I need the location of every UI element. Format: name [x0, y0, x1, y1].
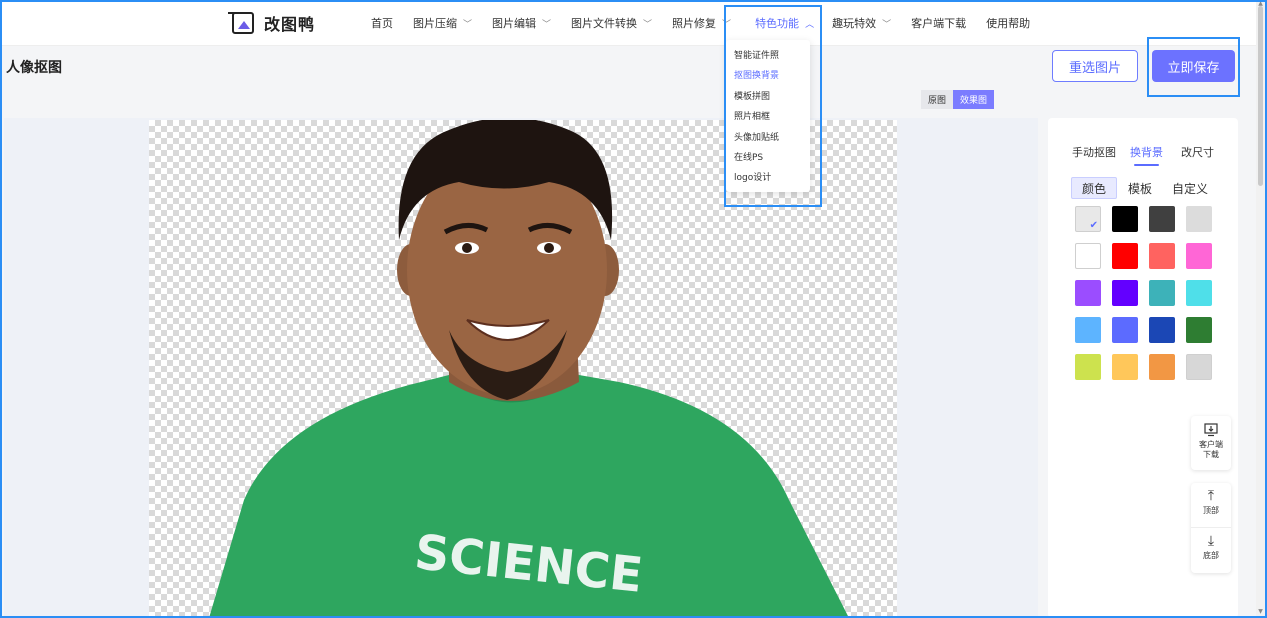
background-subtabs: 颜色 模板 自定义 [1071, 177, 1209, 199]
nav-label: 图片文件转换 [571, 17, 638, 30]
app-name: 改图鸭 [264, 15, 316, 34]
nav-label: 照片修复 [672, 17, 717, 30]
subtab-template[interactable]: 模板 [1117, 177, 1163, 199]
color-swatches: ✔ [1075, 206, 1212, 380]
arrow-up-icon: ⤒ [1207, 488, 1215, 504]
nav-item-home[interactable]: 首页 [371, 15, 393, 31]
color-swatch[interactable] [1149, 206, 1175, 232]
color-swatch[interactable] [1112, 317, 1138, 343]
scroll-top-label: 顶部 [1203, 506, 1219, 515]
nav-item-client-download[interactable]: 客户端下载 [911, 15, 966, 31]
right-pupil [544, 243, 554, 253]
color-swatch[interactable] [1149, 243, 1175, 269]
nav-item-convert[interactable]: 图片文件转换 ﹀ [571, 15, 652, 31]
scroll-bottom-button[interactable]: ⤓ 底部 [1191, 528, 1231, 573]
tab-change-background[interactable]: 换背景 [1130, 144, 1163, 166]
nav-label: 图片编辑 [492, 17, 537, 30]
main-nav: 首页 图片压缩 ﹀ 图片编辑 ﹀ 图片文件转换 ﹀ 照片修复 ﹀ 特色功能 ︿ 趣玩特效 ﹀… [371, 0, 1050, 46]
chevron-down-icon: ﹀ [643, 19, 653, 30]
toggle-original[interactable]: 原图 [921, 90, 954, 109]
color-swatch[interactable] [1149, 280, 1175, 306]
color-swatch[interactable] [1186, 206, 1212, 232]
top-navigation: 改图鸭 首页 图片压缩 ﹀ 图片编辑 ﹀ 图片文件转换 ﹀ 照片修复 ﹀ 特色功能 ︿ 趣… [0, 0, 1267, 46]
nav-item-help[interactable]: 使用帮助 [986, 15, 1030, 31]
scroll-down-arrow-icon[interactable]: ▼ [1256, 608, 1265, 615]
logo[interactable]: 改图鸭 [228, 10, 316, 36]
color-swatch[interactable]: ✔ [1075, 206, 1101, 232]
color-swatch[interactable] [1075, 317, 1101, 343]
scrollbar-thumb[interactable] [1258, 6, 1263, 186]
subtab-color[interactable]: 颜色 [1071, 177, 1118, 199]
scroll-top-button[interactable]: ⤒ 顶部 [1191, 483, 1231, 528]
monitor-download-icon [1204, 423, 1218, 440]
toggle-result[interactable]: 效果图 [953, 90, 995, 109]
reselect-image-button[interactable]: 重选图片 [1052, 50, 1138, 82]
color-swatch[interactable] [1112, 354, 1138, 380]
nav-label: 趣玩特效 [832, 17, 877, 30]
scroll-up-arrow-icon[interactable]: ▲ [1256, 0, 1265, 7]
nav-label: 首页 [371, 17, 393, 30]
color-swatch[interactable] [1075, 280, 1101, 306]
chevron-down-icon: ﹀ [542, 19, 552, 30]
color-swatch[interactable] [1186, 317, 1212, 343]
nav-label: 使用帮助 [986, 17, 1031, 30]
color-swatch[interactable] [1186, 354, 1212, 380]
subtab-custom[interactable]: 自定义 [1163, 177, 1209, 199]
tab-manual-cutout[interactable]: 手动抠图 [1072, 144, 1116, 160]
scroll-nav-float: ⤒ 顶部 ⤓ 底部 [1191, 483, 1231, 573]
nav-label: 客户端下载 [911, 17, 967, 30]
color-swatch[interactable] [1075, 243, 1101, 269]
arrow-down-icon: ⤓ [1207, 533, 1215, 549]
highlight-box-features [724, 5, 822, 207]
color-swatch[interactable] [1112, 280, 1138, 306]
logo-icon [228, 12, 254, 34]
color-swatch[interactable] [1112, 243, 1138, 269]
color-swatch[interactable] [1149, 317, 1175, 343]
canvas-area: SCIENCE [4, 118, 1038, 618]
color-swatch[interactable] [1186, 280, 1212, 306]
nav-item-repair[interactable]: 照片修复 ﹀ [672, 15, 731, 31]
check-icon: ✔ [1089, 220, 1098, 231]
tab-resize[interactable]: 改尺寸 [1181, 144, 1214, 160]
color-swatch[interactable] [1075, 354, 1101, 380]
color-swatch[interactable] [1112, 206, 1138, 232]
panel-tabs: 手动抠图 换背景 改尺寸 [1072, 144, 1228, 166]
nav-item-edit[interactable]: 图片编辑 ﹀ [492, 15, 551, 31]
nav-label: 图片压缩 [413, 17, 457, 30]
scroll-bottom-label: 底部 [1203, 551, 1219, 560]
view-toggle: 原图 效果图 [921, 90, 995, 109]
chevron-down-icon: ﹀ [882, 19, 892, 30]
color-swatch[interactable] [1149, 354, 1175, 380]
highlight-box-save [1147, 37, 1240, 97]
page-title: 人像抠图 [6, 60, 62, 76]
nav-item-effects[interactable]: 趣玩特效 ﹀ [832, 15, 891, 31]
nav-item-compress[interactable]: 图片压缩 ﹀ [413, 15, 472, 31]
client-download-float[interactable]: 客户端 下载 [1191, 416, 1231, 470]
left-pupil [462, 243, 472, 253]
client-download-label-2: 下载 [1203, 450, 1219, 459]
client-download-label-1: 客户端 [1199, 440, 1223, 449]
color-swatch[interactable] [1186, 243, 1212, 269]
chevron-down-icon: ﹀ [463, 19, 473, 30]
